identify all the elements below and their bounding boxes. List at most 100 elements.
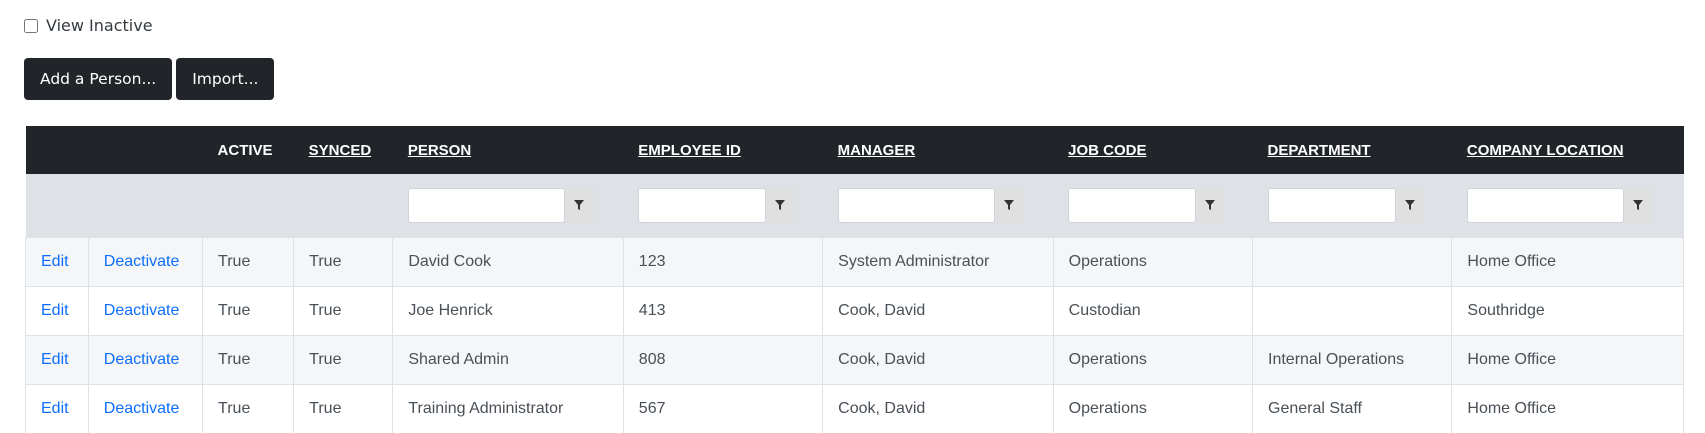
deactivate-link[interactable]: Deactivate [104,351,180,368]
people-table: ACTIVE SYNCED PERSON EMPLOYEE ID MANAGER… [25,126,1684,433]
header-person[interactable]: PERSON [408,142,471,159]
department-cell: Internal Operations [1252,334,1453,385]
deactivate-link[interactable]: Deactivate [104,302,180,319]
job-code-cell: Operations [1052,236,1254,287]
header-synced[interactable]: SYNCED [309,142,372,159]
header-employee-id[interactable]: EMPLOYEE ID [638,142,741,159]
department-cell [1252,285,1453,336]
header-manager[interactable]: MANAGER [838,142,916,159]
filter-funnel-icon[interactable] [1196,187,1225,223]
header-deactivate [88,126,203,174]
filter-manager-input[interactable] [837,187,995,223]
synced-cell: True [293,383,394,433]
department-cell [1252,236,1453,287]
deactivate-link-cell: Deactivate [87,383,204,433]
add-person-button[interactable]: Add a Person... [24,58,173,100]
company-location-cell: Home Office [1451,236,1684,287]
header-department-cell: DEPARTMENT [1252,126,1452,174]
table-row: Edit Deactivate True True David Cook 123 Syste… [25,236,1684,287]
company-location-cell: Home Office [1451,383,1684,433]
filter-funnel-icon[interactable] [1395,187,1424,223]
employee-id-cell: 413 [622,285,824,336]
header-company-location-cell: COMPANY LOCATION [1451,126,1684,174]
filter-funnel-icon[interactable] [1623,187,1652,223]
header-department[interactable]: DEPARTMENT [1268,142,1371,159]
filter-cell-employee-id [623,174,823,237]
filter-company-location-input[interactable] [1466,187,1624,223]
filter-person-input[interactable] [407,187,565,223]
edit-link-cell: Edit [25,236,89,287]
filter-cell-manager [822,174,1054,237]
table-row: Edit Deactivate True True Shared Admin 808 Coo… [25,334,1684,385]
person-cell: Training Administrator [392,383,624,433]
header-person-cell: PERSON [392,126,624,174]
edit-link[interactable]: Edit [41,400,69,417]
edit-link[interactable]: Edit [41,253,69,270]
people-page: View Inactive Add a Person... Import... … [0,0,1705,433]
deactivate-link-cell: Deactivate [87,285,204,336]
filter-funnel-icon[interactable] [994,187,1023,223]
table-row: Edit Deactivate True True Training Administr… [25,383,1684,433]
import-button[interactable]: Import... [176,58,275,100]
manager-cell: Cook, David [822,383,1054,433]
active-cell: True [202,236,295,287]
edit-link-cell: Edit [25,383,89,433]
view-inactive-checkbox[interactable] [24,18,38,33]
header-company-location[interactable]: COMPANY LOCATION [1467,142,1624,159]
company-location-cell: Home Office [1451,334,1684,385]
edit-link[interactable]: Edit [41,351,69,368]
filter-cell-department [1252,174,1452,237]
manager-cell: Cook, David [822,285,1054,336]
header-employee-id-cell: EMPLOYEE ID [623,126,823,174]
filter-department-input[interactable] [1267,187,1396,223]
header-edit [25,126,89,174]
synced-cell: True [293,236,394,287]
header-active: ACTIVE [202,126,294,174]
active-cell: True [202,383,295,433]
manager-cell: Cook, David [822,334,1054,385]
company-location-cell: Southridge [1451,285,1684,336]
filter-empty-cell [293,174,393,237]
deactivate-link-cell: Deactivate [87,334,204,385]
person-cell: Joe Henrick [392,285,624,336]
person-cell: David Cook [392,236,624,287]
person-cell: Shared Admin [392,334,624,385]
filter-cell-company-location [1451,174,1684,237]
header-job-code[interactable]: JOB CODE [1068,142,1146,159]
department-cell: General Staff [1252,383,1453,433]
view-inactive-toggle[interactable]: View Inactive [24,16,153,35]
synced-cell: True [293,285,394,336]
filter-funnel-icon[interactable] [564,187,593,223]
action-buttons: Add a Person... Import... [24,58,275,100]
deactivate-link[interactable]: Deactivate [104,400,180,417]
employee-id-cell: 567 [622,383,824,433]
employee-id-cell: 123 [622,236,824,287]
job-code-cell: Custodian [1052,285,1254,336]
header-manager-cell: MANAGER [822,126,1054,174]
filter-empty-cell [202,174,294,237]
view-inactive-label: View Inactive [46,16,153,35]
employee-id-cell: 808 [622,334,824,385]
job-code-cell: Operations [1052,383,1254,433]
filter-empty-cell [88,174,203,237]
manager-cell: System Administrator [822,236,1054,287]
edit-link-cell: Edit [25,334,89,385]
active-cell: True [202,334,295,385]
filter-funnel-icon[interactable] [766,187,795,223]
deactivate-link[interactable]: Deactivate [104,253,180,270]
table-row: Edit Deactivate True True Joe Henrick 413 Cook… [25,285,1684,336]
synced-cell: True [293,334,394,385]
header-synced-cell: SYNCED [293,126,393,174]
job-code-cell: Operations [1052,334,1254,385]
header-job-code-cell: JOB CODE [1053,126,1253,174]
active-cell: True [202,285,295,336]
filter-cell-person [392,174,624,237]
edit-link[interactable]: Edit [41,302,69,319]
filter-empty-cell [25,174,89,237]
filter-job-code-input[interactable] [1068,187,1197,223]
edit-link-cell: Edit [25,285,89,336]
filter-row [25,174,1684,237]
table-header-row: ACTIVE SYNCED PERSON EMPLOYEE ID MANAGER… [25,126,1684,174]
deactivate-link-cell: Deactivate [87,236,204,287]
filter-employee-id-input[interactable] [638,187,767,223]
